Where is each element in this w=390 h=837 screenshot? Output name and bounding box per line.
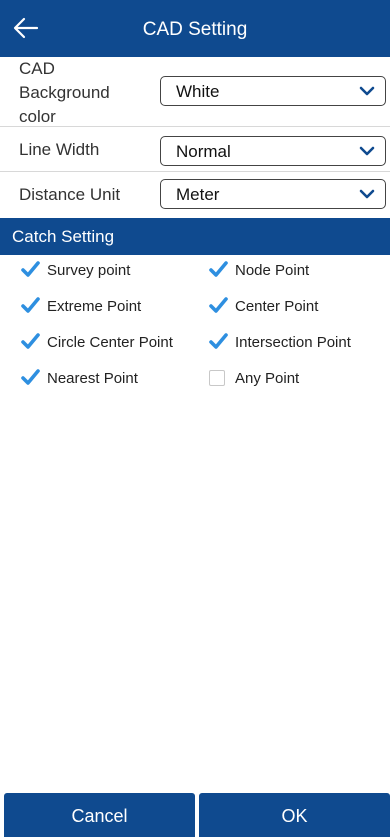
cancel-button[interactable]: Cancel: [4, 793, 195, 837]
checkbox-survey-point[interactable]: Survey point: [21, 258, 130, 282]
ok-button[interactable]: OK: [199, 793, 390, 837]
checkbox-nearest-point[interactable]: Nearest Point: [21, 366, 138, 390]
checkmark-icon: [21, 333, 40, 349]
background-color-row: CAD Background color White: [0, 57, 390, 127]
background-color-value: White: [176, 82, 220, 101]
line-width-select[interactable]: Normal: [160, 136, 386, 166]
checkmark-icon: [21, 369, 40, 385]
distance-unit-value: Meter: [176, 185, 220, 204]
checkbox-box: [21, 261, 40, 278]
background-color-select[interactable]: White: [160, 76, 386, 106]
checkbox-extreme-point[interactable]: Extreme Point: [21, 294, 141, 318]
page-title: CAD Setting: [142, 19, 248, 40]
checkbox-any-point[interactable]: Any Point: [209, 366, 299, 390]
line-width-value: Normal: [176, 142, 231, 161]
checkbox-circle-center-point[interactable]: Circle Center Point: [21, 330, 173, 354]
checkmark-icon: [209, 333, 228, 349]
chevron-down-icon: [359, 86, 375, 96]
line-width-label: Line Width: [19, 140, 100, 159]
checkbox-box: [209, 261, 228, 278]
checkmark-icon: [209, 261, 228, 277]
catch-setting-header: Catch Setting: [0, 218, 390, 255]
checkbox-box: [21, 333, 40, 350]
distance-unit-row: Distance Unit Meter: [0, 172, 390, 218]
checkmark-icon: [21, 261, 40, 277]
checkbox-intersection-point[interactable]: Intersection Point: [209, 330, 351, 354]
checkbox-box: [21, 369, 40, 386]
checkbox-node-point[interactable]: Node Point: [209, 258, 309, 282]
checkmark-icon: [21, 297, 40, 313]
distance-unit-label: Distance Unit: [19, 185, 121, 204]
checkmark-icon: [209, 297, 228, 313]
line-width-row: Line Width Normal: [0, 127, 390, 172]
checkbox-box: [209, 370, 225, 386]
checkbox-box: [21, 297, 40, 314]
background-color-label: CAD Background color: [19, 59, 110, 126]
checkbox-box: [209, 333, 228, 350]
checkbox-box: [209, 297, 228, 314]
catch-setting-title: Catch Setting: [12, 227, 115, 246]
checkbox-center-point[interactable]: Center Point: [209, 294, 318, 318]
chevron-down-icon: [359, 146, 375, 156]
title-bar: CAD Setting: [0, 0, 390, 57]
distance-unit-select[interactable]: Meter: [160, 179, 386, 209]
chevron-down-icon: [359, 189, 375, 199]
